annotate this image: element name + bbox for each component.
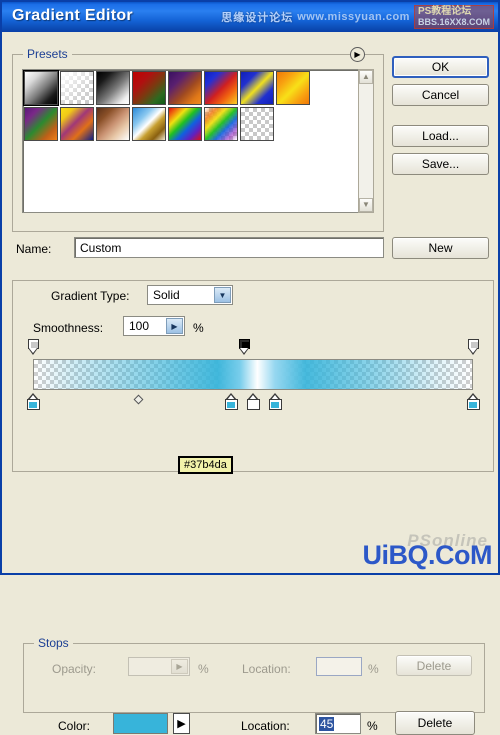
preset-swatch[interactable] xyxy=(23,70,59,106)
preset-swatch[interactable] xyxy=(240,107,274,141)
color-stop-fill xyxy=(249,401,257,408)
load-button[interactable]: Load... xyxy=(392,125,489,147)
stops-group: Stops Opacity: ▶ % Location: % Delete xyxy=(23,636,485,713)
gradient-midpoint[interactable] xyxy=(133,394,144,405)
color-stop-fill xyxy=(29,401,37,408)
color-stop[interactable] xyxy=(268,393,282,410)
preset-swatch[interactable] xyxy=(204,71,238,105)
color-stop-fill xyxy=(469,401,477,408)
opacity-stop[interactable] xyxy=(238,339,250,355)
color-stop[interactable] xyxy=(466,393,480,410)
name-input[interactable]: Custom xyxy=(74,237,384,258)
opacity-label: Opacity: xyxy=(52,662,97,676)
ok-button[interactable]: OK xyxy=(392,56,489,78)
preset-swatch[interactable] xyxy=(96,71,130,105)
opacity-stop-tip-inner xyxy=(29,348,37,353)
watermark-badge: PS教程论坛 BBS.16XX8.COM xyxy=(413,5,494,29)
preset-swatch[interactable] xyxy=(96,107,130,141)
opacity-unit: % xyxy=(198,662,209,676)
color-stop[interactable] xyxy=(26,393,40,410)
save-button[interactable]: Save... xyxy=(392,153,489,175)
opacity-stop[interactable] xyxy=(27,339,39,355)
opacity-input: ▶ xyxy=(128,657,190,676)
flyout-menu-icon[interactable]: ▶ xyxy=(350,47,365,62)
gradient-type-label: Gradient Type: xyxy=(51,289,130,303)
watermark-badge-line2: BBS.16XX8.COM xyxy=(417,17,490,27)
color-location-value: 45 xyxy=(319,716,335,731)
preset-swatch[interactable] xyxy=(204,107,238,141)
smoothness-input[interactable]: 100 ▶ xyxy=(123,316,185,336)
cancel-button[interactable]: Cancel xyxy=(392,84,489,106)
watermark-top: 思缘设计论坛 www.missyuan.com PS教程论坛 BBS.16XX8… xyxy=(221,5,494,29)
color-location-input[interactable]: 45 xyxy=(315,713,361,734)
opacity-location-input xyxy=(316,657,362,676)
preset-swatch[interactable] xyxy=(60,71,94,105)
preset-swatch[interactable] xyxy=(240,71,274,105)
stepper-arrow-icon[interactable]: ▶ xyxy=(166,318,183,334)
triangle-right-icon[interactable]: ▶ xyxy=(173,713,190,734)
presets-list[interactable] xyxy=(22,69,362,213)
chevron-down-icon[interactable]: ▼ xyxy=(359,198,373,212)
preset-swatch[interactable] xyxy=(132,107,166,141)
opacity-stop-tip-inner xyxy=(240,348,249,353)
chevron-down-icon[interactable]: ▼ xyxy=(214,287,231,303)
preset-swatch[interactable] xyxy=(60,107,94,141)
title-bar: Gradient Editor 思缘设计论坛 www.missyuan.com … xyxy=(2,2,498,32)
watermark-top-cn: 思缘设计论坛 xyxy=(221,12,294,24)
watermark-top-url: www.missyuan.com xyxy=(297,11,410,23)
preset-swatch[interactable] xyxy=(24,107,58,141)
color-tooltip: #37b4da xyxy=(178,456,233,474)
presets-group: Presets ▶ ▲ ▼ xyxy=(12,47,384,232)
gradient-type-select[interactable]: Solid ▼ xyxy=(147,285,233,305)
color-label: Color: xyxy=(58,719,91,733)
smoothness-label: Smoothness: xyxy=(33,321,104,335)
stops-legend: Stops xyxy=(34,636,73,650)
stepper-arrow-icon: ▶ xyxy=(171,659,188,674)
new-button[interactable]: New xyxy=(392,237,489,259)
gradient-settings-group: Gradient Type: Solid ▼ Smoothness: 100 ▶… xyxy=(12,280,494,735)
preset-swatch[interactable] xyxy=(276,71,310,105)
watermark-badge-line1: PS教程论坛 xyxy=(417,6,472,17)
delete-color-stop-button[interactable]: Delete xyxy=(395,711,475,735)
color-location-label: Location: xyxy=(241,719,290,733)
presets-scrollbar[interactable]: ▲ ▼ xyxy=(358,69,374,213)
color-swatch[interactable] xyxy=(113,713,168,734)
window-title: Gradient Editor xyxy=(12,7,133,24)
opacity-location-unit: % xyxy=(368,662,379,676)
opacity-stop[interactable] xyxy=(467,339,479,355)
preset-swatch[interactable] xyxy=(132,71,166,105)
preset-swatch[interactable] xyxy=(168,71,202,105)
color-location-unit: % xyxy=(367,719,378,733)
presets-legend: Presets xyxy=(23,47,72,61)
watermark-bottom: UiBQ.CoM xyxy=(362,540,493,570)
smoothness-unit: % xyxy=(193,321,204,335)
preset-swatch[interactable] xyxy=(168,107,202,141)
gradient-preview-bar[interactable] xyxy=(33,359,473,390)
delete-opacity-stop-button: Delete xyxy=(396,655,472,676)
name-label: Name: xyxy=(16,242,52,256)
opacity-location-label: Location: xyxy=(242,662,291,676)
dialog-body: Presets ▶ ▲ ▼ OK Cancel Load... Save... … xyxy=(2,32,498,735)
gradient-editor-window: Gradient Editor 思缘设计论坛 www.missyuan.com … xyxy=(0,0,500,735)
chevron-up-icon[interactable]: ▲ xyxy=(359,70,373,84)
color-stop-fill xyxy=(271,401,279,408)
smoothness-value: 100 xyxy=(129,319,150,333)
gradient-type-value: Solid xyxy=(153,288,180,302)
color-stop[interactable] xyxy=(224,393,238,410)
opacity-stop-tip-inner xyxy=(469,348,477,353)
color-stop[interactable] xyxy=(246,393,260,410)
color-stop-fill xyxy=(227,401,235,408)
